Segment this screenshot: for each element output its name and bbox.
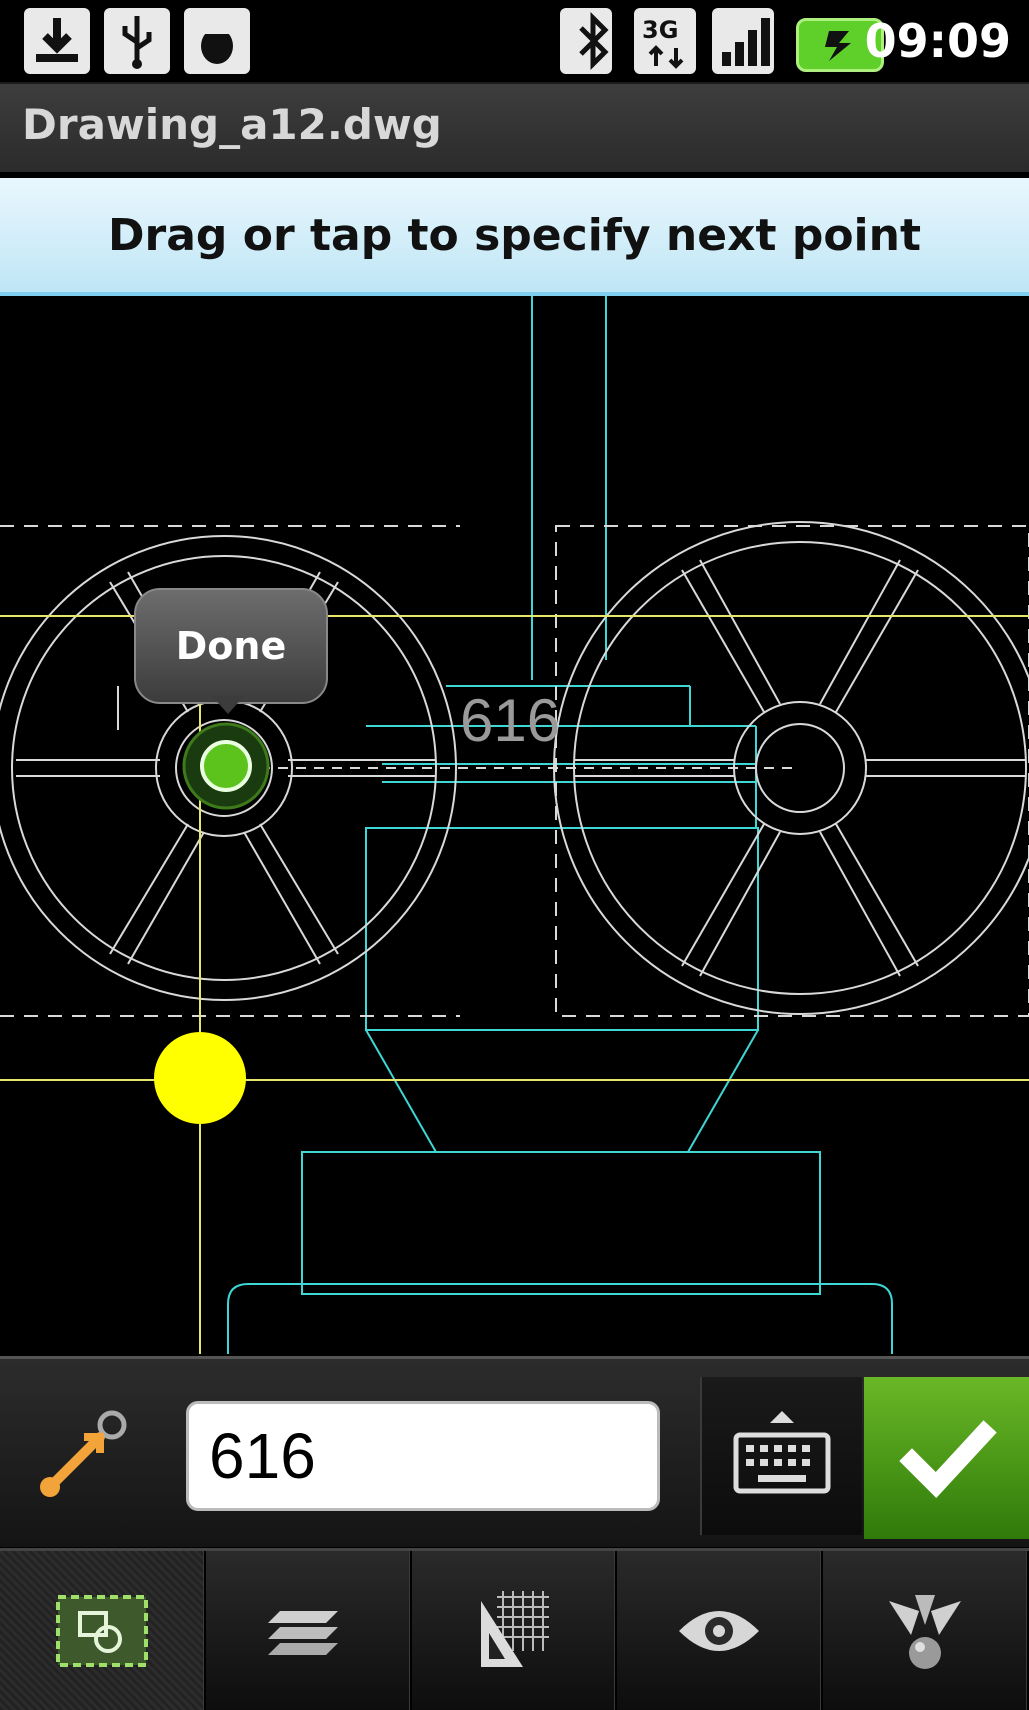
drawing-canvas[interactable]: Done 616: [0, 296, 1029, 1354]
bluetooth-icon: [560, 8, 612, 74]
dimension-value-input[interactable]: [186, 1401, 660, 1511]
clock: 09:09: [864, 14, 1011, 68]
prompt-text: Drag or tap to specify next point: [108, 209, 921, 261]
confirm-button[interactable]: [864, 1377, 1029, 1539]
toolbar-item-layers[interactable]: [206, 1551, 412, 1710]
dimension-line-icon[interactable]: [30, 1407, 130, 1507]
usb-icon: [104, 8, 170, 74]
snap-icon: [889, 1594, 962, 1669]
eye-icon: [679, 1610, 760, 1651]
toolbar-item-view[interactable]: [617, 1551, 824, 1710]
done-label: Done: [175, 624, 287, 668]
status-bar: 3G 09:09: [0, 0, 1029, 84]
toolbar-item-snap[interactable]: [823, 1551, 1029, 1710]
dimension-label: 616: [460, 687, 561, 754]
toolbar-item-select[interactable]: [0, 1551, 206, 1710]
keyboard-button[interactable]: [700, 1377, 862, 1535]
layers-icon: [267, 1610, 338, 1655]
tooltip-pointer: [212, 696, 244, 714]
download-icon: [24, 8, 90, 74]
command-prompt-bar: Drag or tap to specify next point: [0, 178, 1029, 296]
grid-ruler-icon: [481, 1590, 550, 1667]
svg-text:3G: 3G: [642, 16, 678, 44]
toolbar-item-grid[interactable]: [412, 1551, 618, 1710]
bottom-toolbar: [0, 1548, 1029, 1710]
3g-data-icon: 3G: [634, 8, 696, 74]
title-bar: Drawing_a12.dwg: [0, 84, 1029, 172]
done-tooltip-button[interactable]: Done: [134, 588, 328, 704]
signal-icon: [712, 8, 774, 74]
android-debug-icon: [184, 8, 250, 74]
checkmark-icon: [899, 1420, 997, 1498]
file-title: Drawing_a12.dwg: [22, 100, 442, 149]
keyboard-icon: [733, 1411, 831, 1494]
select-icon: [55, 1594, 148, 1667]
dimension-input-bar: [0, 1356, 1029, 1547]
